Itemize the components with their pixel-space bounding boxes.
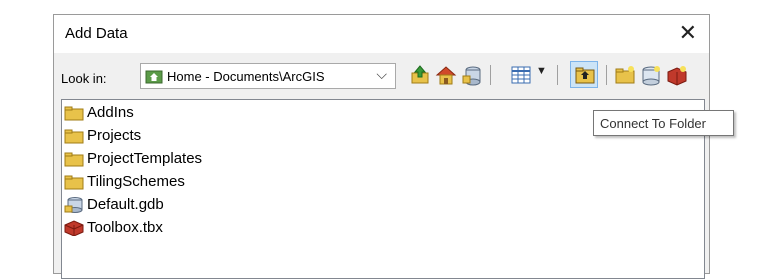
- toolbar-separator: [557, 65, 558, 85]
- view-options-icon: [511, 66, 531, 84]
- look-in-dropdown[interactable]: Home - Documents\ArcGIS ⌵: [140, 63, 396, 89]
- connect-to-folder-button[interactable]: [570, 61, 598, 88]
- geodatabase-connect-button[interactable]: [461, 64, 483, 86]
- dialog-title: Add Data: [65, 25, 128, 42]
- view-dropdown-arrow-icon[interactable]: ▼: [536, 65, 547, 77]
- folder-icon: [64, 129, 84, 144]
- look-in-label: Look in:: [61, 71, 107, 86]
- new-folder-button[interactable]: [614, 64, 636, 86]
- chevron-down-icon[interactable]: ⌵: [376, 66, 387, 83]
- list-item-label: ProjectTemplates: [87, 150, 203, 167]
- new-folder-icon: [615, 66, 635, 84]
- connect-to-folder-icon: [575, 67, 595, 84]
- folder-icon: [64, 152, 84, 167]
- list-item-label: Projects: [87, 127, 142, 144]
- geodatabase-connect-icon: [462, 66, 481, 86]
- list-item-label: TilingSchemes: [87, 173, 185, 190]
- add-data-dialog: Add Data ✕ Look in: Home - Documents\Arc…: [53, 14, 710, 279]
- list-item-label: AddIns: [87, 104, 134, 121]
- tooltip: Connect To Folder: [593, 110, 734, 136]
- folder-icon: [64, 175, 84, 190]
- title-bar: Add Data ✕: [54, 15, 709, 53]
- close-icon[interactable]: ✕: [679, 21, 697, 45]
- list-item-label: Toolbox.tbx: [87, 219, 163, 236]
- home-folder-icon: [145, 70, 163, 84]
- up-one-level-button[interactable]: [409, 64, 431, 86]
- view-options-button[interactable]: [510, 64, 532, 86]
- home-button[interactable]: [435, 64, 457, 86]
- tooltip-text: Connect To Folder: [600, 116, 706, 131]
- toolbox-icon: [64, 220, 84, 236]
- toolbar-separator: [606, 65, 607, 85]
- look-in-value: Home - Documents\ArcGIS: [167, 69, 325, 84]
- new-geodatabase-button[interactable]: [640, 64, 662, 86]
- new-geodatabase-icon: [642, 66, 660, 86]
- new-toolbox-icon: [667, 66, 687, 86]
- toolbar-separator: [490, 65, 491, 85]
- up-one-level-icon: [411, 65, 429, 84]
- geodatabase-icon: [64, 197, 83, 213]
- home-icon: [435, 66, 457, 85]
- new-toolbox-button[interactable]: [666, 64, 688, 86]
- list-item-label: Default.gdb: [87, 196, 164, 213]
- folder-icon: [64, 106, 84, 121]
